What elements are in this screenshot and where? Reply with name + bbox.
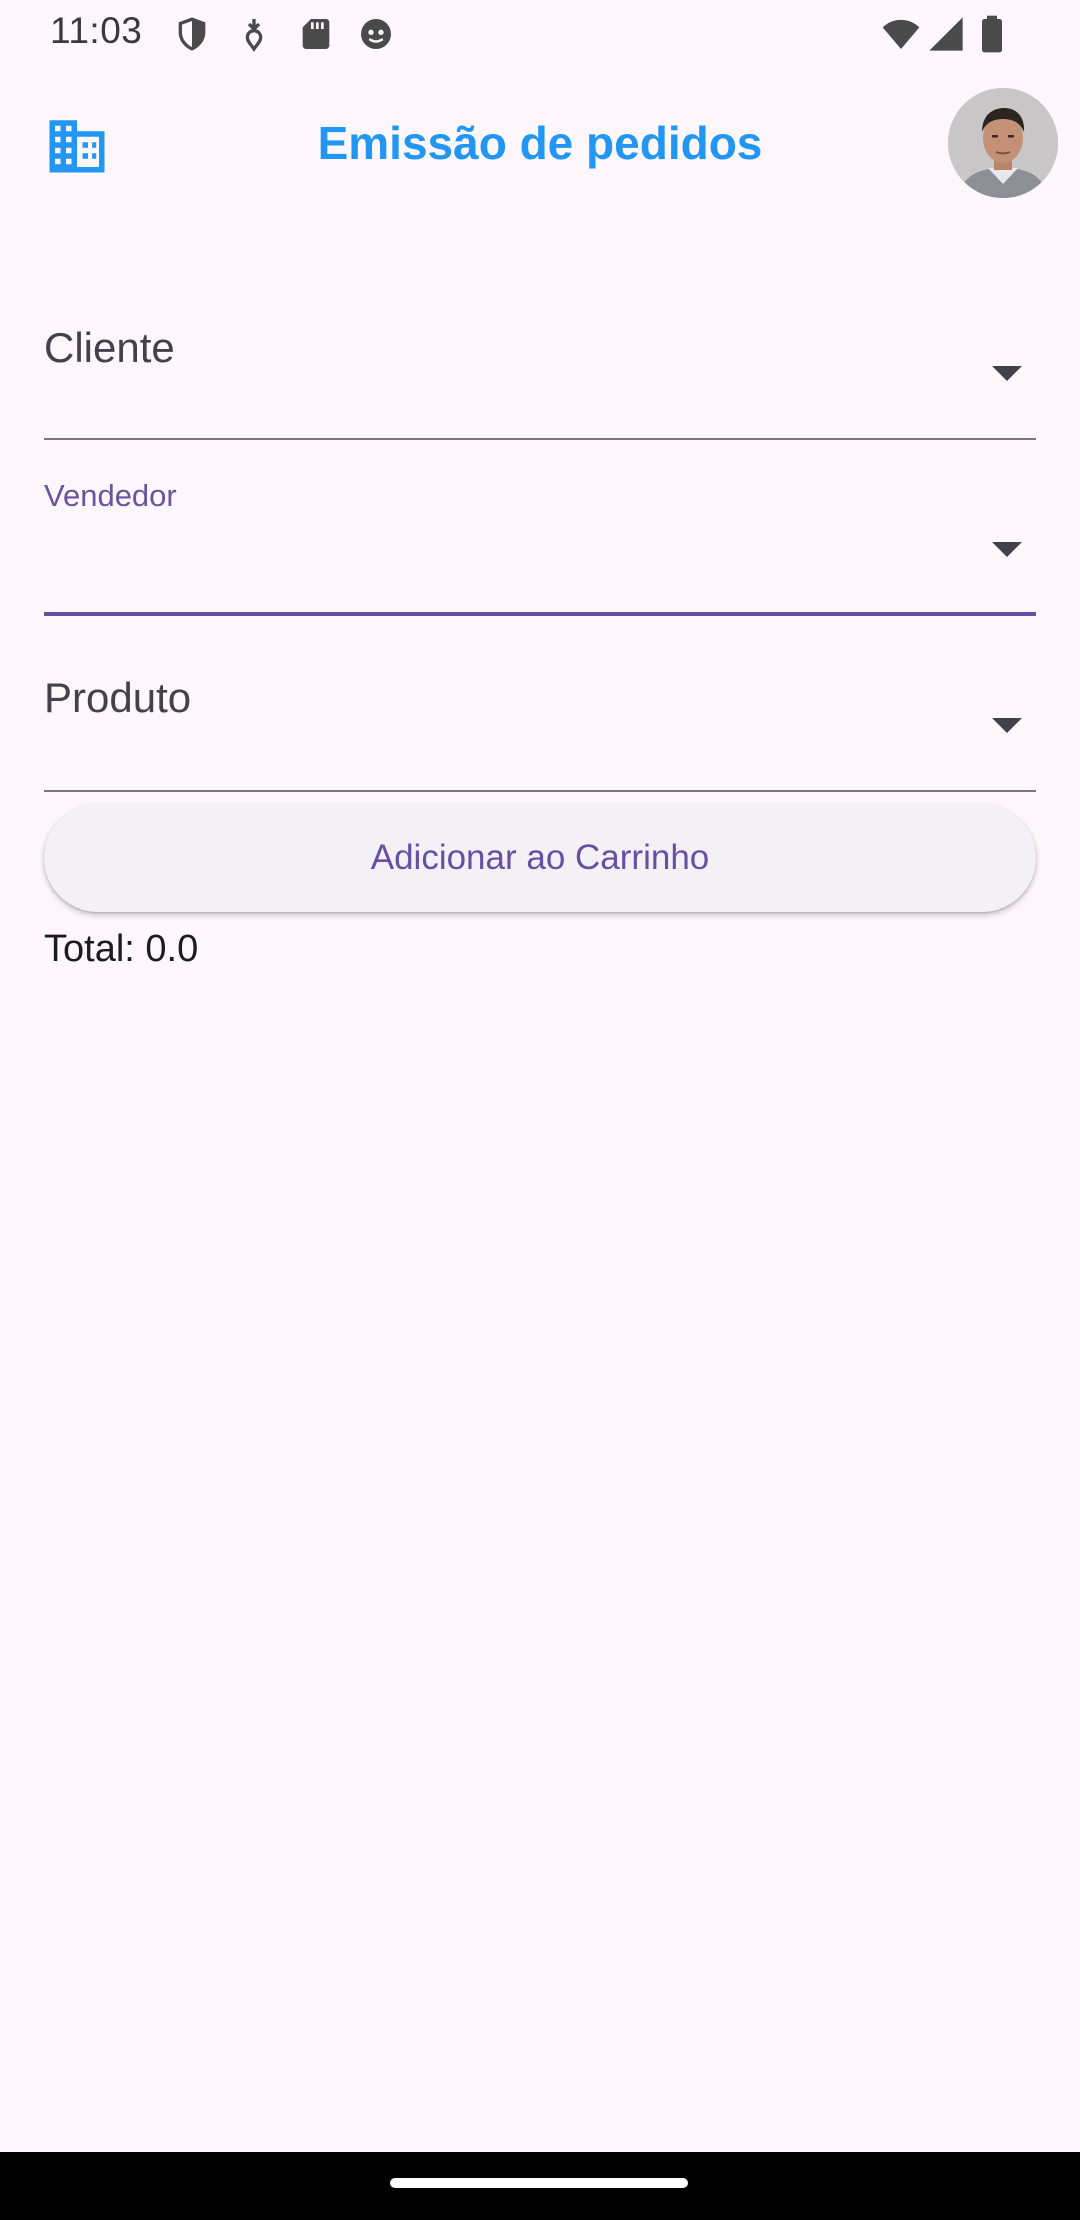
cliente-underline	[44, 438, 1036, 440]
vendedor-label: Vendedor	[44, 478, 177, 513]
cliente-dropdown[interactable]: Cliente	[44, 300, 1036, 442]
vendedor-dropdown[interactable]: Vendedor	[44, 470, 1036, 620]
vendedor-underline	[44, 612, 1036, 616]
status-time: 11:03	[50, 10, 143, 51]
page-title: Emissão de pedidos	[317, 117, 763, 169]
home-gesture-handle[interactable]	[390, 2178, 688, 2188]
produto-dropdown[interactable]: Produto	[44, 652, 1036, 794]
navigation-bar	[0, 2152, 1080, 2220]
wifi-icon	[878, 14, 924, 54]
chevron-down-icon	[992, 366, 1022, 381]
status-bar: 11:03	[0, 0, 1080, 66]
app-bar: Emissão de pedidos	[0, 72, 1080, 212]
produto-label: Produto	[44, 674, 192, 721]
android-face-icon	[356, 14, 396, 54]
add-to-cart-button[interactable]: Adicionar ao Carrinho	[44, 804, 1036, 912]
shield-icon	[172, 14, 212, 54]
sd-card-icon	[296, 14, 336, 54]
signal-icon	[926, 14, 966, 54]
usb-debug-icon	[234, 14, 274, 54]
produto-underline	[44, 790, 1036, 792]
chevron-down-icon	[992, 542, 1022, 557]
cliente-label: Cliente	[44, 324, 175, 371]
battery-icon	[976, 14, 1008, 54]
avatar[interactable]	[948, 88, 1058, 198]
chevron-down-icon	[992, 718, 1022, 733]
total-text: Total: 0.0	[44, 928, 199, 970]
